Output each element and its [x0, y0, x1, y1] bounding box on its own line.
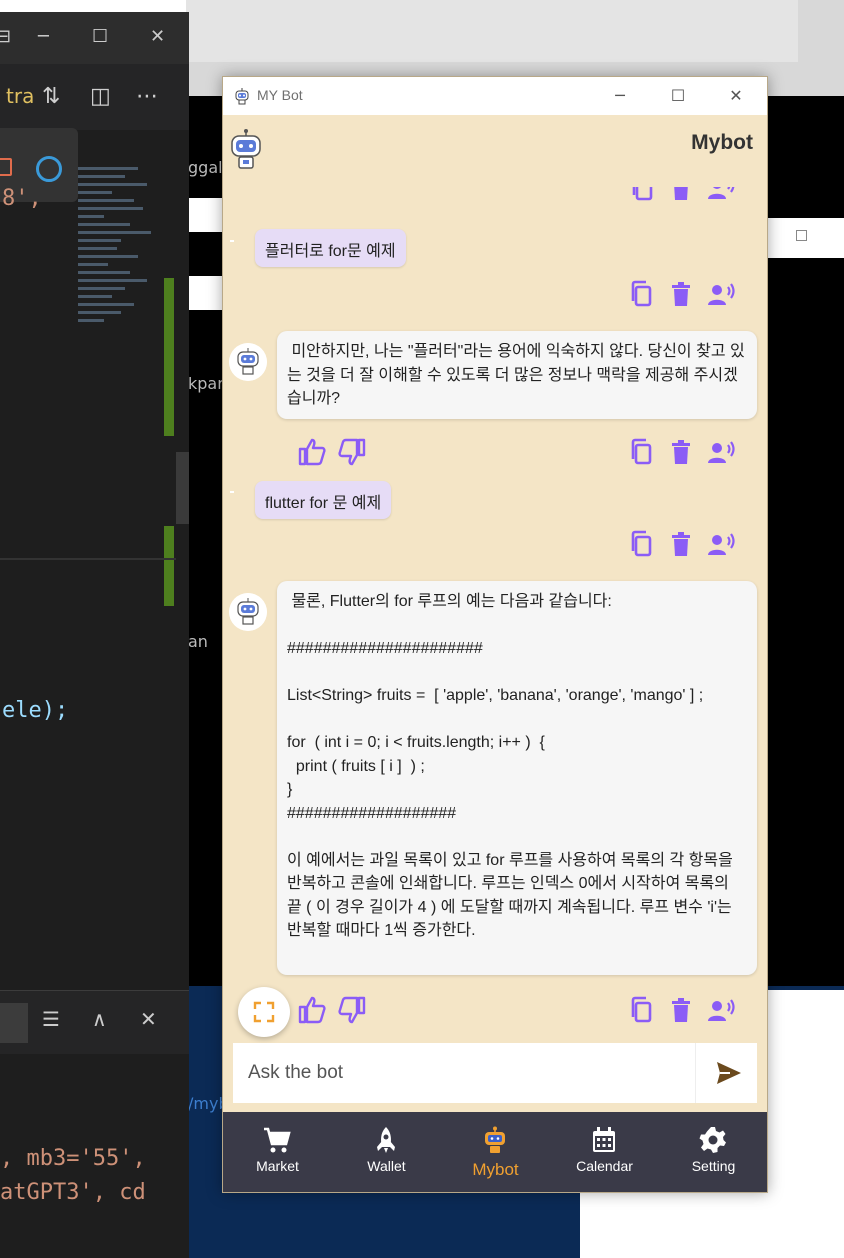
stop-icon[interactable]	[0, 158, 12, 176]
code-editor-window: ⊟ ─ ☐ ✕ tra ⇅ ◫ ⋯ 8', ele); ☰ ∧ ✕ , mb3=…	[0, 12, 189, 1258]
window-title: MY Bot	[257, 87, 303, 103]
thumbs-up-icon[interactable]	[297, 995, 327, 1025]
user-message: 플러터로 for문 예제	[255, 229, 406, 267]
message-indicator	[230, 240, 234, 242]
nav-label: Market	[256, 1158, 299, 1174]
maximize-button[interactable]: ☐	[655, 83, 701, 109]
thumbs-down-icon[interactable]	[337, 437, 367, 467]
flutter-inspect-icon[interactable]	[36, 156, 62, 182]
scrollbar-thumb[interactable]	[176, 452, 189, 524]
close-button[interactable]: ✕	[713, 83, 759, 109]
background-text: kpar	[188, 374, 224, 393]
git-gutter	[164, 278, 174, 436]
speak-icon[interactable]	[707, 187, 737, 203]
speak-icon[interactable]	[707, 437, 737, 467]
message-input[interactable]	[233, 1043, 695, 1103]
nav-label: Calendar	[576, 1158, 633, 1174]
rocket-icon	[377, 1127, 395, 1153]
delete-icon[interactable]	[666, 279, 696, 309]
copy-icon[interactable]	[627, 995, 657, 1025]
calendar-icon	[593, 1127, 615, 1152]
minimize-button[interactable]: ─	[597, 83, 643, 109]
speak-icon[interactable]	[707, 279, 737, 309]
git-compare-icon[interactable]: ⇅	[42, 84, 60, 109]
nav-item-setting[interactable]: Setting	[659, 1112, 767, 1192]
nav-label: Wallet	[367, 1158, 406, 1174]
code-line: ele);	[2, 698, 68, 723]
terminal-panel: , mb3='55', atGPT3', cd	[0, 1054, 189, 1258]
editor-toolbar: tra ⇅ ◫ ⋯	[0, 64, 189, 130]
robot-logo-icon	[231, 129, 261, 169]
robot-icon	[485, 1126, 505, 1153]
delete-icon[interactable]	[666, 437, 696, 467]
copy-icon[interactable]	[628, 187, 658, 203]
find-input[interactable]	[0, 1003, 28, 1043]
editor-titlebar: ⊟ ─ ☐ ✕	[0, 12, 189, 64]
clear-filter-icon[interactable]: ☰	[42, 1007, 60, 1031]
minimize-icon[interactable]: ─	[38, 26, 49, 47]
send-icon	[717, 1062, 741, 1084]
chat-list[interactable]: 플러터로 for문 예제 미안하지만, 나는 "플러터"라는 용어에 익숙하지 …	[223, 187, 767, 1033]
code-line: atGPT3', cd	[0, 1180, 146, 1205]
robot-icon	[235, 88, 249, 105]
message-indicator	[230, 491, 234, 493]
delete-icon[interactable]	[666, 187, 696, 203]
background-window-titlebar	[186, 0, 798, 62]
nav-item-market[interactable]: Market	[223, 1112, 332, 1192]
speak-icon[interactable]	[707, 529, 737, 559]
layout-icon[interactable]: ⊟	[0, 26, 11, 47]
fullscreen-button[interactable]	[238, 987, 290, 1037]
background-text: an	[188, 632, 208, 651]
mybot-window: MY Bot ─ ☐ ✕ Mybot 플러터로 for문 예제 미안하지만, 나…	[222, 76, 768, 1193]
copy-icon[interactable]	[627, 279, 657, 309]
bottom-navigation: Market Wallet Mybot Calendar Setting	[223, 1112, 767, 1192]
split-editor-icon[interactable]: ◫	[90, 84, 111, 109]
maximize-icon	[796, 230, 807, 241]
message-input-bar	[233, 1043, 757, 1103]
find-widget: ☰ ∧ ✕	[0, 990, 189, 1054]
maximize-icon[interactable]: ☐	[92, 26, 108, 47]
app-title: Mybot	[691, 131, 753, 154]
delete-icon[interactable]	[666, 995, 696, 1025]
chevron-up-icon[interactable]: ∧	[92, 1007, 107, 1031]
speak-icon[interactable]	[707, 995, 737, 1025]
thumbs-down-icon[interactable]	[337, 995, 367, 1025]
nav-item-wallet[interactable]: Wallet	[332, 1112, 441, 1192]
app-bar: Mybot	[223, 115, 767, 187]
send-button[interactable]	[695, 1043, 757, 1103]
delete-icon[interactable]	[666, 529, 696, 559]
close-icon[interactable]: ✕	[140, 1007, 157, 1031]
nav-item-mybot[interactable]: Mybot	[441, 1112, 550, 1192]
nav-label: Mybot	[472, 1160, 519, 1179]
bot-message: 물론, Flutter의 for 루프의 예는 다음과 같습니다: ######…	[277, 581, 757, 975]
minimap	[78, 162, 164, 392]
fullscreen-icon	[253, 1001, 275, 1023]
gear-icon	[699, 1127, 726, 1153]
user-message: flutter for 문 예제	[255, 481, 392, 519]
more-icon[interactable]: ⋯	[136, 84, 158, 109]
thumbs-up-icon[interactable]	[297, 437, 327, 467]
git-gutter	[164, 526, 174, 606]
background-text: ggal	[188, 158, 223, 177]
code-token: ele);	[2, 698, 69, 723]
bot-message: 미안하지만, 나는 "플러터"라는 용어에 익숙하지 않다. 당신이 찾고 있는…	[277, 331, 757, 419]
code-line: , mb3='55',	[0, 1146, 146, 1171]
bot-avatar	[229, 343, 267, 381]
window-titlebar: MY Bot ─ ☐ ✕	[223, 77, 767, 115]
nav-label: Setting	[691, 1158, 736, 1174]
divider	[0, 558, 176, 560]
copy-icon[interactable]	[627, 437, 657, 467]
nav-item-calendar[interactable]: Calendar	[550, 1112, 659, 1192]
bot-avatar	[229, 593, 267, 631]
close-icon[interactable]: ✕	[150, 26, 165, 47]
copy-icon[interactable]	[627, 529, 657, 559]
code-line: 8',	[2, 186, 42, 211]
cart-icon	[264, 1127, 291, 1153]
tab-fragment[interactable]: tra	[6, 84, 34, 108]
